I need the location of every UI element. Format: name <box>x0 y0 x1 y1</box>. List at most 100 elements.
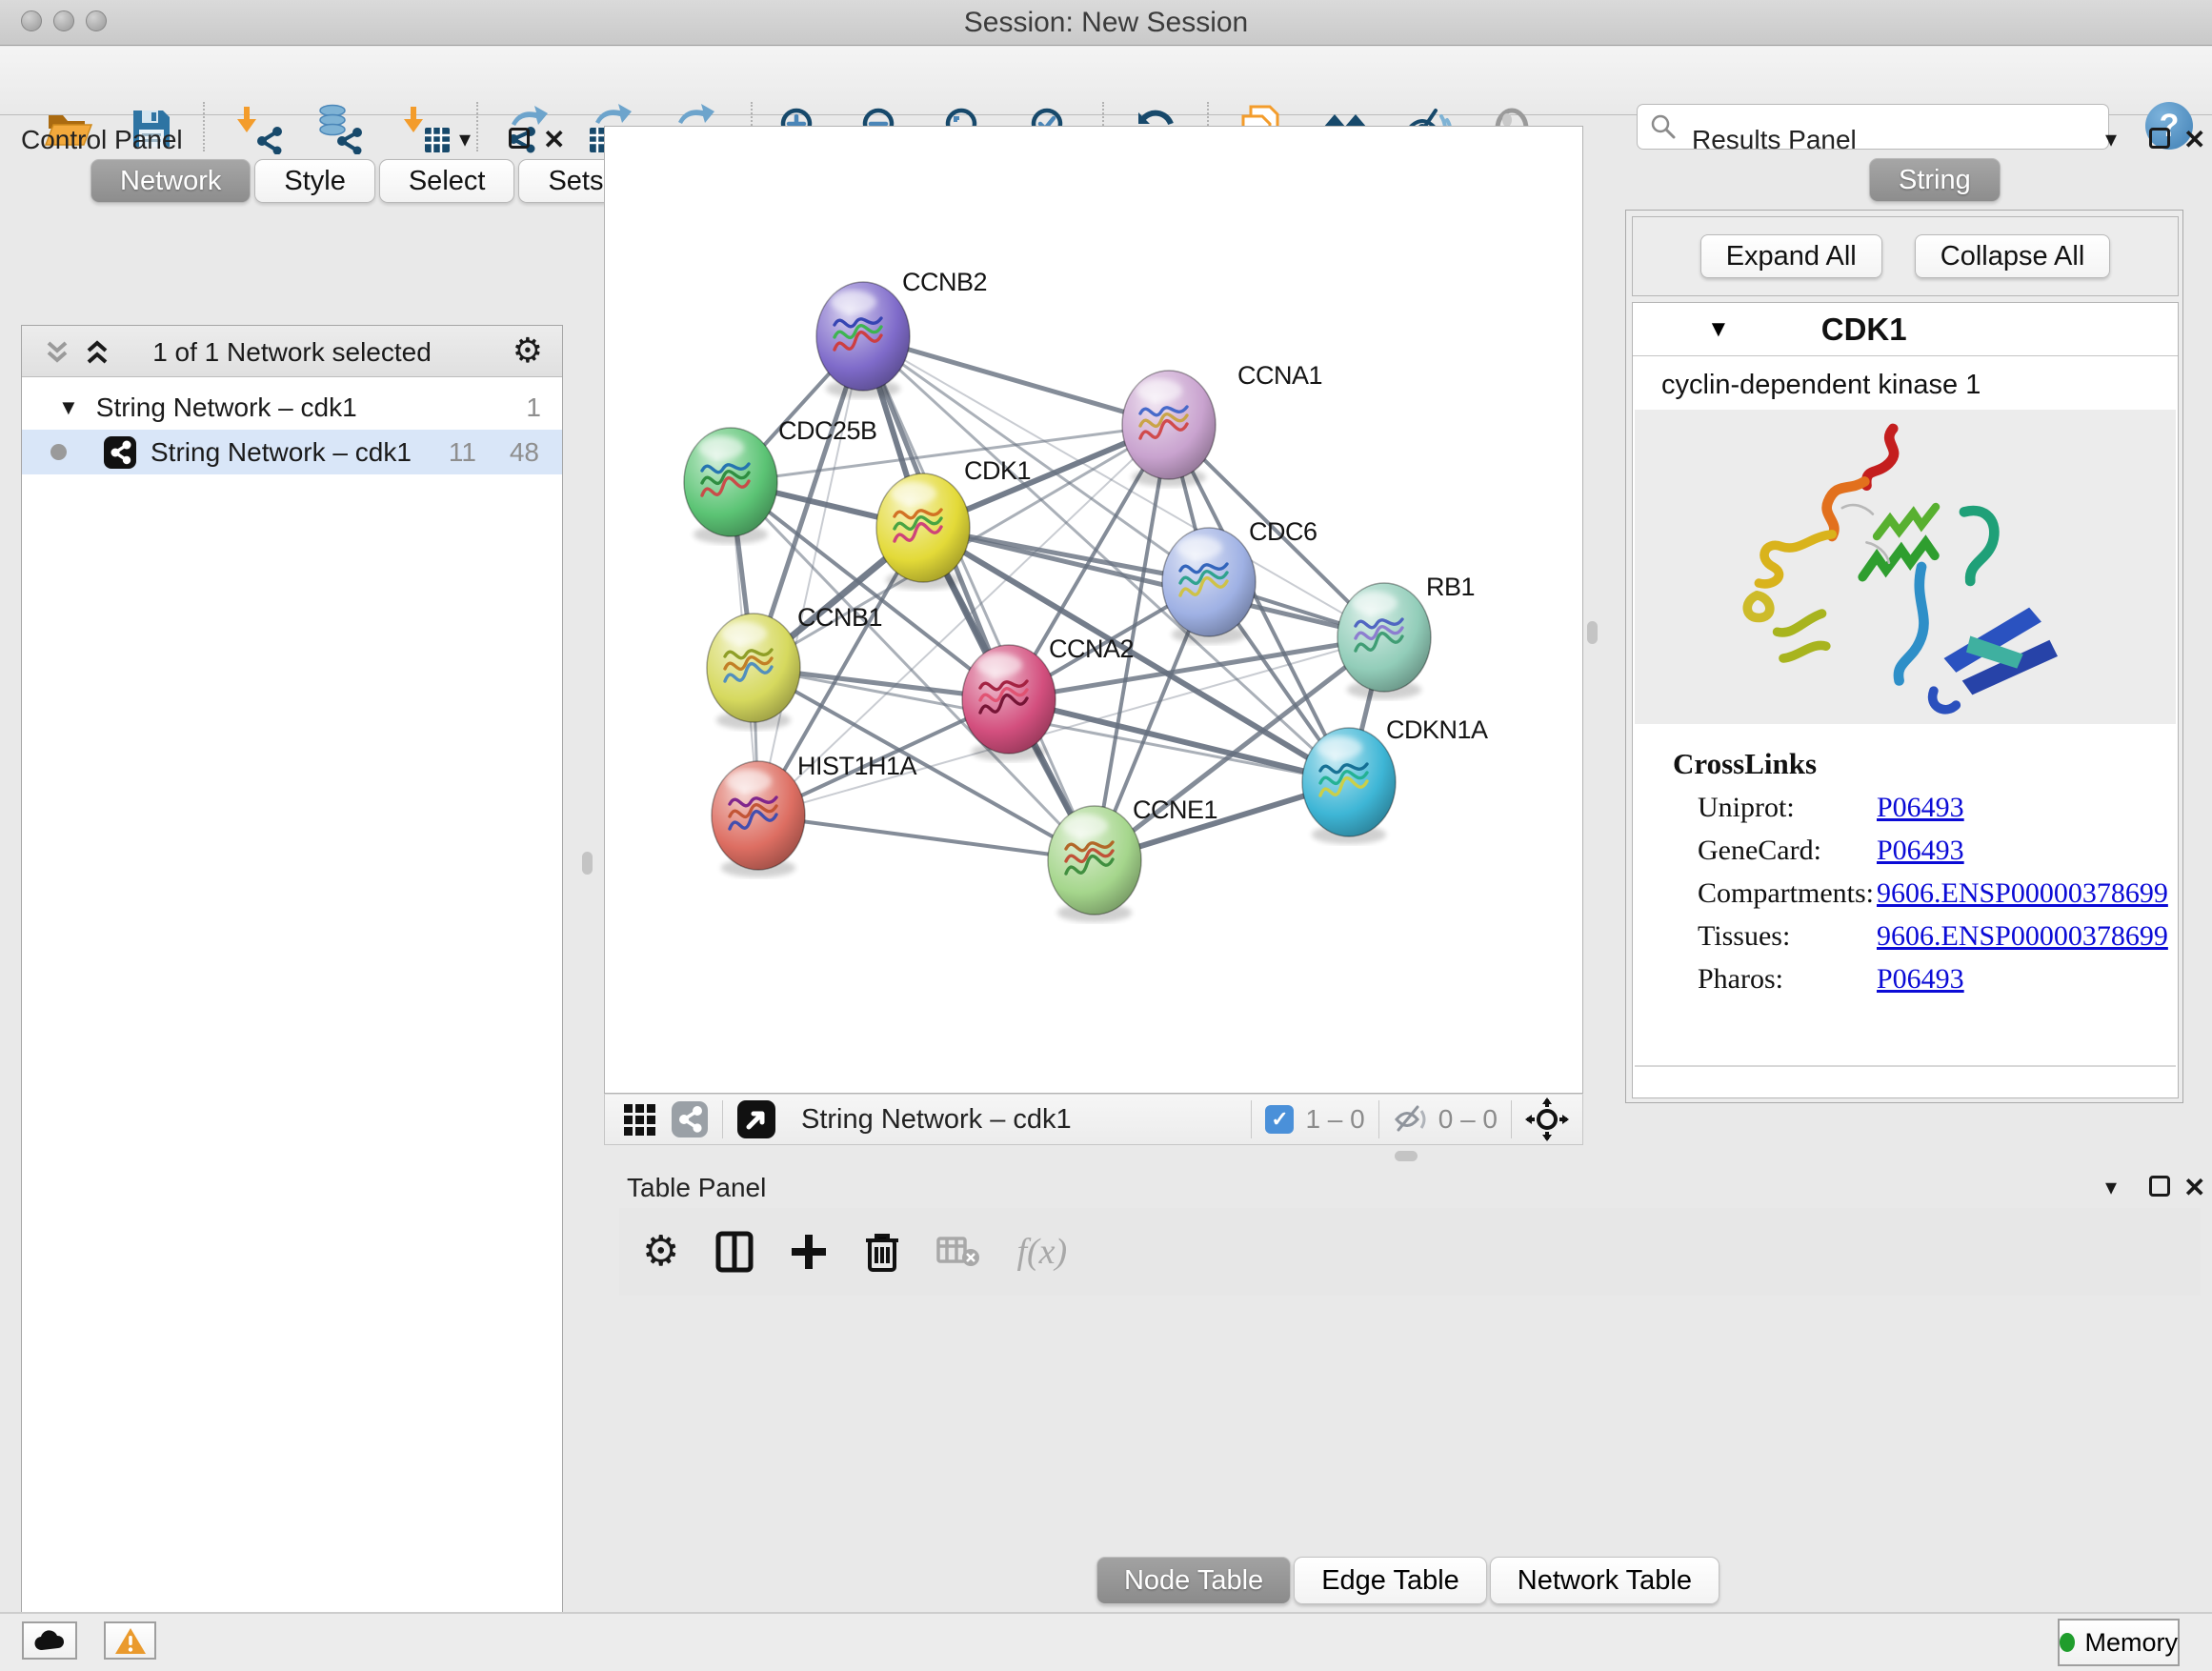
gene-symbol: CDK1 <box>1821 312 1907 348</box>
network-graph: CCNB2CCNA1CDC25BCDK1CDC6RB1CCNB1CCNA2CDK… <box>605 127 1582 1093</box>
network-options-gear-icon[interactable]: ⚙ <box>513 333 543 368</box>
window-minimize-light[interactable] <box>53 10 74 31</box>
network-node-RB1[interactable]: RB1 <box>1337 573 1475 699</box>
network-node-HIST1H1A[interactable]: HIST1H1A <box>712 752 917 877</box>
expand-all-button[interactable]: Expand All <box>1700 234 1882 278</box>
crosslink-row: Tissues:9606.ENSP00000378699 <box>1698 920 2174 953</box>
birds-eye-icon[interactable] <box>736 1099 776 1139</box>
window-close-light[interactable] <box>21 10 42 31</box>
node-label-CCNA2: CCNA2 <box>1049 634 1134 663</box>
left-splitter-handle[interactable] <box>582 852 593 875</box>
panel-bottom-divider <box>1635 1065 2176 1067</box>
title-bar: Session: New Session <box>0 0 2212 46</box>
tab-node-table[interactable]: Node Table <box>1096 1557 1291 1604</box>
panel-menu-icon[interactable]: ▾ <box>2105 1174 2117 1201</box>
toolbar-divider <box>1378 1100 1379 1138</box>
window-zoom-light[interactable] <box>86 10 107 31</box>
tab-style[interactable]: Style <box>254 159 374 203</box>
network-node-CCNB2[interactable]: CCNB2 <box>816 268 987 398</box>
panel-float-icon[interactable] <box>509 128 530 149</box>
network-node-CCNA2[interactable]: CCNA2 <box>962 634 1134 761</box>
network-selected-status: 1 of 1 Network selected <box>22 337 562 368</box>
memory-status-dot <box>2060 1633 2075 1652</box>
network-node-CDC25B[interactable]: CDC25B <box>684 416 877 544</box>
gene-header-row[interactable]: ▼ CDK1 <box>1633 303 2178 356</box>
crosslink-label: Tissues: <box>1698 920 1877 953</box>
tab-network-table[interactable]: Network Table <box>1490 1557 1719 1604</box>
hidden-node-edge-counts: 0 – 0 <box>1438 1104 1498 1135</box>
network-status-dot <box>50 444 67 460</box>
cloud-status-icon[interactable] <box>22 1621 77 1660</box>
fit-content-crosshair-icon[interactable] <box>1525 1097 1569 1141</box>
crosslink-row: GeneCard:P06493 <box>1698 835 2174 867</box>
structure-image-frame <box>1635 410 2176 724</box>
gene-panel: ▼ CDK1 cyclin-dependent kinase 1 <box>1632 302 2179 1098</box>
network-node-CCNE1[interactable]: CCNE1 <box>1048 795 1217 922</box>
bottom-splitter-handle[interactable] <box>1395 1151 1418 1161</box>
right-splitter-handle[interactable] <box>1587 621 1598 644</box>
crosslink-link[interactable]: P06493 <box>1877 835 1964 867</box>
crosslink-label: Uniprot: <box>1698 792 1877 824</box>
tab-edge-table[interactable]: Edge Table <box>1294 1557 1487 1604</box>
panel-float-icon[interactable] <box>2149 128 2170 149</box>
delete-column-icon[interactable] <box>864 1231 900 1273</box>
network-node-CCNB1[interactable]: CCNB1 <box>707 603 882 730</box>
crosslink-link[interactable]: P06493 <box>1877 963 1964 996</box>
tab-select[interactable]: Select <box>379 159 515 203</box>
gene-collapse-icon[interactable]: ▼ <box>1707 316 1730 343</box>
network-node-CDK1[interactable]: CDK1 <box>876 456 1031 590</box>
add-column-icon[interactable] <box>790 1233 828 1271</box>
network-view-toolbar: String Network – cdk1 ✓ 1 – 0 0 – 0 <box>604 1094 1583 1145</box>
crosslink-link[interactable]: 9606.ENSP00000378699 <box>1877 920 2168 953</box>
network-row-selected[interactable]: String Network – cdk1 11 48 <box>22 430 562 474</box>
network-edge-CCNB2-CCNE1[interactable] <box>863 336 1095 860</box>
panel-menu-icon[interactable]: ▾ <box>459 126 471 153</box>
network-node-CDKN1A[interactable]: CDKN1A <box>1302 715 1488 844</box>
network-collection-row[interactable]: ▼ String Network – cdk1 1 <box>22 385 562 430</box>
memory-label: Memory <box>2084 1628 2178 1658</box>
panel-close-icon[interactable]: ✕ <box>2183 124 2205 155</box>
table-settings-gear-icon[interactable]: ⚙ <box>642 1231 679 1273</box>
crosslinks-section: CrossLinks Uniprot:P06493GeneCard:P06493… <box>1633 747 2174 996</box>
tree-expand-icon[interactable]: ▼ <box>58 395 79 420</box>
hidden-items-icon <box>1393 1103 1429 1136</box>
table-panel: Table Panel ▾ ✕ ⚙ f(x) shared namenameca… <box>604 1164 2212 1612</box>
table-panel-title: Table Panel <box>627 1173 766 1203</box>
selected-checkbox-icon[interactable]: ✓ <box>1265 1105 1294 1134</box>
crosslink-label: Pharos: <box>1698 963 1877 996</box>
control-panel-tabs: NetworkStyleSelectSets <box>90 159 633 203</box>
network-list-header: 1 of 1 Network selected ⚙ <box>22 326 562 377</box>
window-title: Session: New Session <box>0 0 2212 46</box>
show-columns-icon[interactable] <box>715 1231 754 1273</box>
toolbar-divider <box>1511 1100 1512 1138</box>
current-network-name: String Network – cdk1 <box>801 1104 1072 1136</box>
node-label-CDKN1A: CDKN1A <box>1386 715 1488 744</box>
node-label-CCNE1: CCNE1 <box>1133 795 1217 824</box>
function-builder-icon: f(x) <box>1016 1231 1067 1273</box>
panel-close-icon[interactable]: ✕ <box>2183 1172 2205 1203</box>
network-canvas[interactable]: CCNB2CCNA1CDC25BCDK1CDC6RB1CCNB1CCNA2CDK… <box>604 126 1583 1094</box>
network-edge-CCNE1-HIST1H1A[interactable] <box>758 815 1095 860</box>
table-tabs: Node TableEdge TableNetwork Table <box>604 1557 2212 1604</box>
collapse-all-button[interactable]: Collapse All <box>1915 234 2111 278</box>
tab-network[interactable]: Network <box>90 159 251 203</box>
network-node-CCNA1[interactable]: CCNA1 <box>1122 361 1322 487</box>
node-label-HIST1H1A: HIST1H1A <box>797 752 917 780</box>
memory-button[interactable]: Memory <box>2058 1619 2180 1666</box>
network-edge-CCNB2-HIST1H1A[interactable] <box>758 336 863 815</box>
network-badge-icon[interactable] <box>671 1100 709 1138</box>
status-bar: Memory <box>0 1612 2212 1671</box>
crosslink-link[interactable]: P06493 <box>1877 792 1964 824</box>
network-list-box: 1 of 1 Network selected ⚙ ▼ String Netwo… <box>21 325 563 1671</box>
node-label-CCNB2: CCNB2 <box>902 268 987 296</box>
clear-table-icon <box>936 1235 980 1269</box>
panel-close-icon[interactable]: ✕ <box>543 124 565 155</box>
panel-float-icon[interactable] <box>2149 1176 2170 1197</box>
results-buttons-row: Expand All Collapse All <box>1632 216 2179 296</box>
protein-structure-image <box>1719 414 2091 719</box>
warning-status-icon[interactable] <box>104 1621 156 1660</box>
crosslink-link[interactable]: 9606.ENSP00000378699 <box>1877 877 2168 910</box>
grid-view-icon[interactable] <box>624 1104 655 1136</box>
tab-string[interactable]: String <box>1869 158 2001 202</box>
panel-menu-icon[interactable]: ▾ <box>2105 126 2117 153</box>
